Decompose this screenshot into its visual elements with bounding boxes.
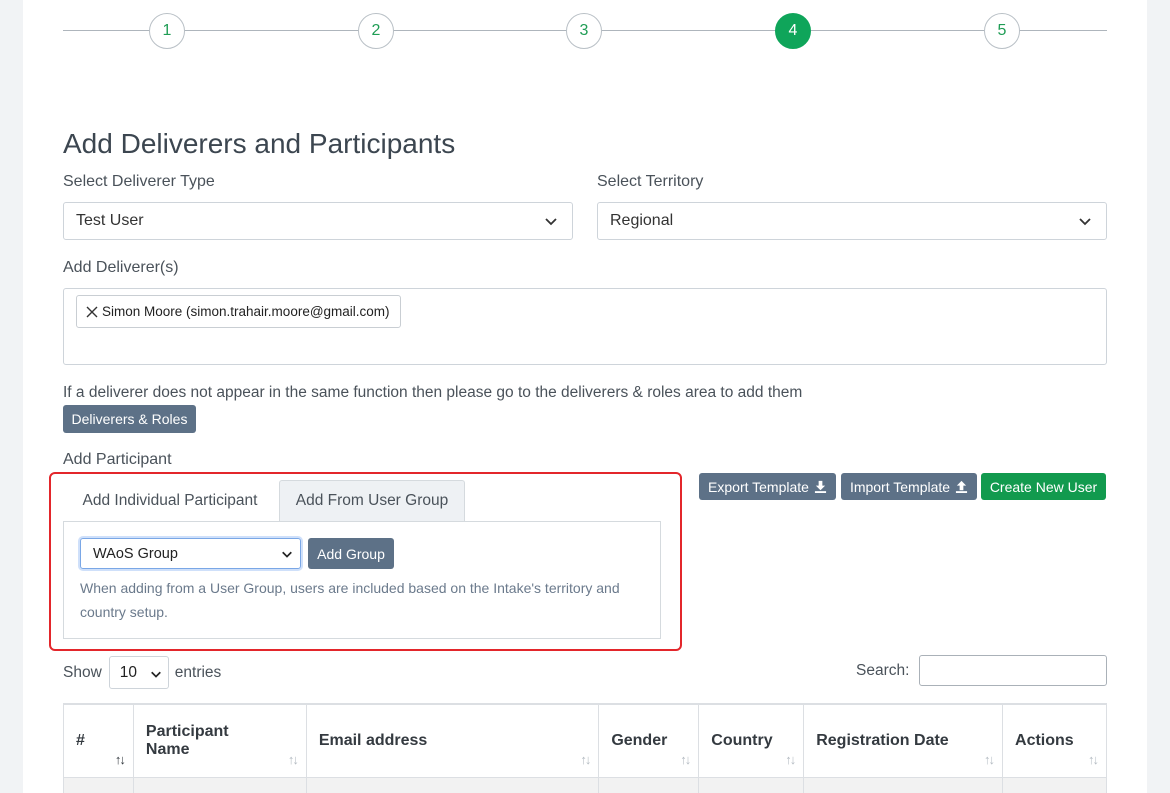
page-length-select[interactable]: 10 — [108, 656, 169, 689]
deliverer-tag: Simon Moore (simon.trahair.moore@gmail.c… — [76, 295, 401, 328]
sort-icon: ↑↓ — [984, 751, 995, 767]
sort-icon: ↑↓ — [114, 751, 126, 767]
user-group-select[interactable]: WAoS Group — [80, 538, 301, 569]
sort-icon: ↑↓ — [580, 751, 591, 767]
step-5[interactable]: 5 — [984, 13, 1020, 49]
step-2[interactable]: 2 — [358, 13, 394, 49]
territory-select[interactable]: Regional — [597, 202, 1107, 240]
import-template-label: Import Template — [849, 478, 951, 495]
deliverer-tag-label: Simon Moore (simon.trahair.moore@gmail.c… — [102, 304, 390, 319]
deliverer-type-value: Test User — [76, 212, 144, 229]
upload-icon — [955, 480, 968, 493]
deliverer-type-label: Select Deliverer Type — [63, 173, 215, 190]
table-row — [63, 776, 1107, 793]
deliverers-label: Add Deliverer(s) — [63, 259, 179, 276]
sort-icon: ↑↓ — [785, 751, 796, 767]
import-template-button[interactable]: Import Template — [841, 473, 977, 500]
column-header-participant-name[interactable]: Participant Name ↑↓ — [132, 703, 307, 778]
page-title: Add Deliverers and Participants — [63, 128, 456, 159]
deliverers-multiselect[interactable]: Simon Moore (simon.trahair.moore@gmail.c… — [63, 288, 1107, 365]
page-length-control: Show 10 entries — [63, 656, 221, 689]
chevron-down-icon — [1079, 218, 1091, 226]
add-participant-label: Add Participant — [63, 451, 172, 468]
search-label: Search: — [856, 662, 910, 679]
page-length-value: 10 — [119, 663, 138, 681]
export-template-button[interactable]: Export Template — [699, 473, 836, 500]
territory-label: Select Territory — [597, 173, 704, 190]
sort-icon: ↑↓ — [1088, 751, 1099, 767]
tab-add-from-user-group[interactable]: Add From User Group — [279, 480, 465, 521]
chevron-down-icon — [545, 218, 557, 226]
column-header-email[interactable]: Email address ↑↓ — [305, 703, 600, 778]
step-4-active[interactable]: 4 — [775, 13, 811, 49]
search-input[interactable] — [919, 655, 1107, 686]
create-new-user-button[interactable]: Create New User — [981, 473, 1106, 500]
remove-tag-icon[interactable] — [85, 305, 99, 319]
column-header-gender[interactable]: Gender ↑↓ — [598, 703, 700, 778]
chevron-down-icon — [150, 671, 161, 678]
column-header-actions[interactable]: Actions ↑↓ — [1002, 703, 1107, 778]
export-template-label: Export Template — [708, 478, 809, 495]
entries-label: entries — [174, 663, 222, 681]
sort-icon: ↑↓ — [680, 751, 691, 767]
column-header-country[interactable]: Country ↑↓ — [698, 703, 805, 778]
user-group-panel: WAoS Group Add Group When adding from a … — [63, 521, 661, 639]
deliverer-info-text: If a deliverer does not appear in the sa… — [63, 384, 803, 401]
chevron-down-icon — [282, 551, 292, 558]
user-group-value: WAoS Group — [93, 545, 178, 562]
column-header-registration-date[interactable]: Registration Date ↑↓ — [803, 703, 1004, 778]
participants-table: # ↑↓ Participant Name ↑↓ Email address ↑↓ G… — [63, 703, 1107, 793]
column-header-number[interactable]: # ↑↓ — [63, 703, 134, 778]
territory-value: Regional — [610, 212, 674, 229]
user-group-help-text: When adding from a User Group, users are… — [80, 580, 620, 620]
sort-icon: ↑↓ — [287, 751, 299, 767]
deliverers-roles-button[interactable]: Deliverers & Roles — [63, 405, 196, 433]
download-icon — [814, 480, 827, 493]
add-group-button[interactable]: Add Group — [308, 538, 394, 569]
tab-add-individual-participant[interactable]: Add Individual Participant — [64, 480, 276, 521]
step-3[interactable]: 3 — [566, 13, 602, 49]
step-1[interactable]: 1 — [149, 13, 185, 49]
show-label: Show — [63, 663, 102, 681]
deliverer-type-select[interactable]: Test User — [63, 202, 573, 240]
